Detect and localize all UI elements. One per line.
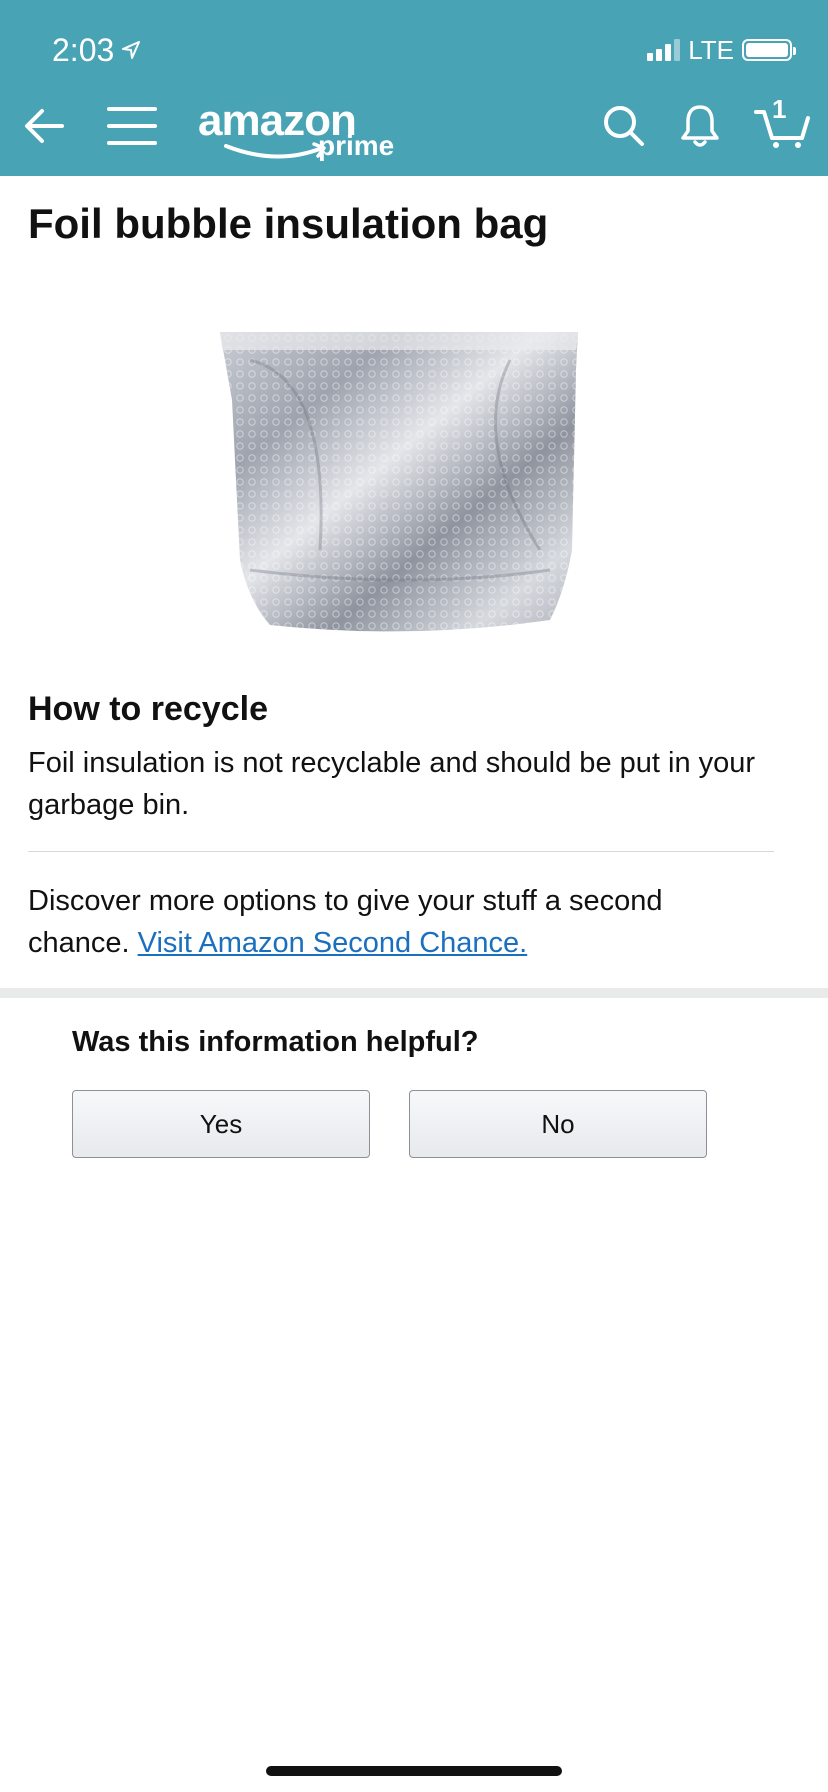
search-icon[interactable] [598,100,650,152]
bell-icon[interactable] [674,100,726,152]
app-header: 2:03 LTE amazon prime 1 [0,0,828,176]
signal-icon [647,39,681,61]
network-label: LTE [688,34,734,65]
amazon-prime-logo[interactable]: amazon prime [198,96,398,161]
cart-icon[interactable]: 1 [752,94,812,152]
status-indicators: LTE [647,30,796,70]
product-image [210,320,590,660]
divider [28,851,774,852]
location-arrow-icon [122,41,141,59]
status-time-text: 2:03 [52,31,115,68]
page-title: Foil bubble insulation bag [28,200,549,247]
back-arrow-icon[interactable] [18,100,70,152]
home-indicator[interactable] [266,1766,562,1776]
smile-arrow-icon [224,142,326,159]
battery-icon [742,39,796,61]
no-button[interactable]: No [409,1090,707,1158]
yes-button[interactable]: Yes [72,1090,370,1158]
feedback-question: Was this information helpful? [72,1026,479,1058]
logo-sub-text: prime [318,130,395,161]
status-time: 2:03 [52,28,142,72]
foil-bag-photo-icon [220,332,578,632]
recycle-instructions: Foil insulation is not recyclable and sh… [28,747,756,821]
menu-icon[interactable] [106,100,158,152]
how-to-recycle-heading: How to recycle [28,690,268,728]
discover-paragraph: Discover more options to give your stuff… [28,880,768,964]
nav-bar: amazon prime 1 [0,90,828,162]
cart-count: 1 [772,94,787,124]
section-separator [0,988,828,998]
second-chance-link[interactable]: Visit Amazon Second Chance. [138,927,528,959]
